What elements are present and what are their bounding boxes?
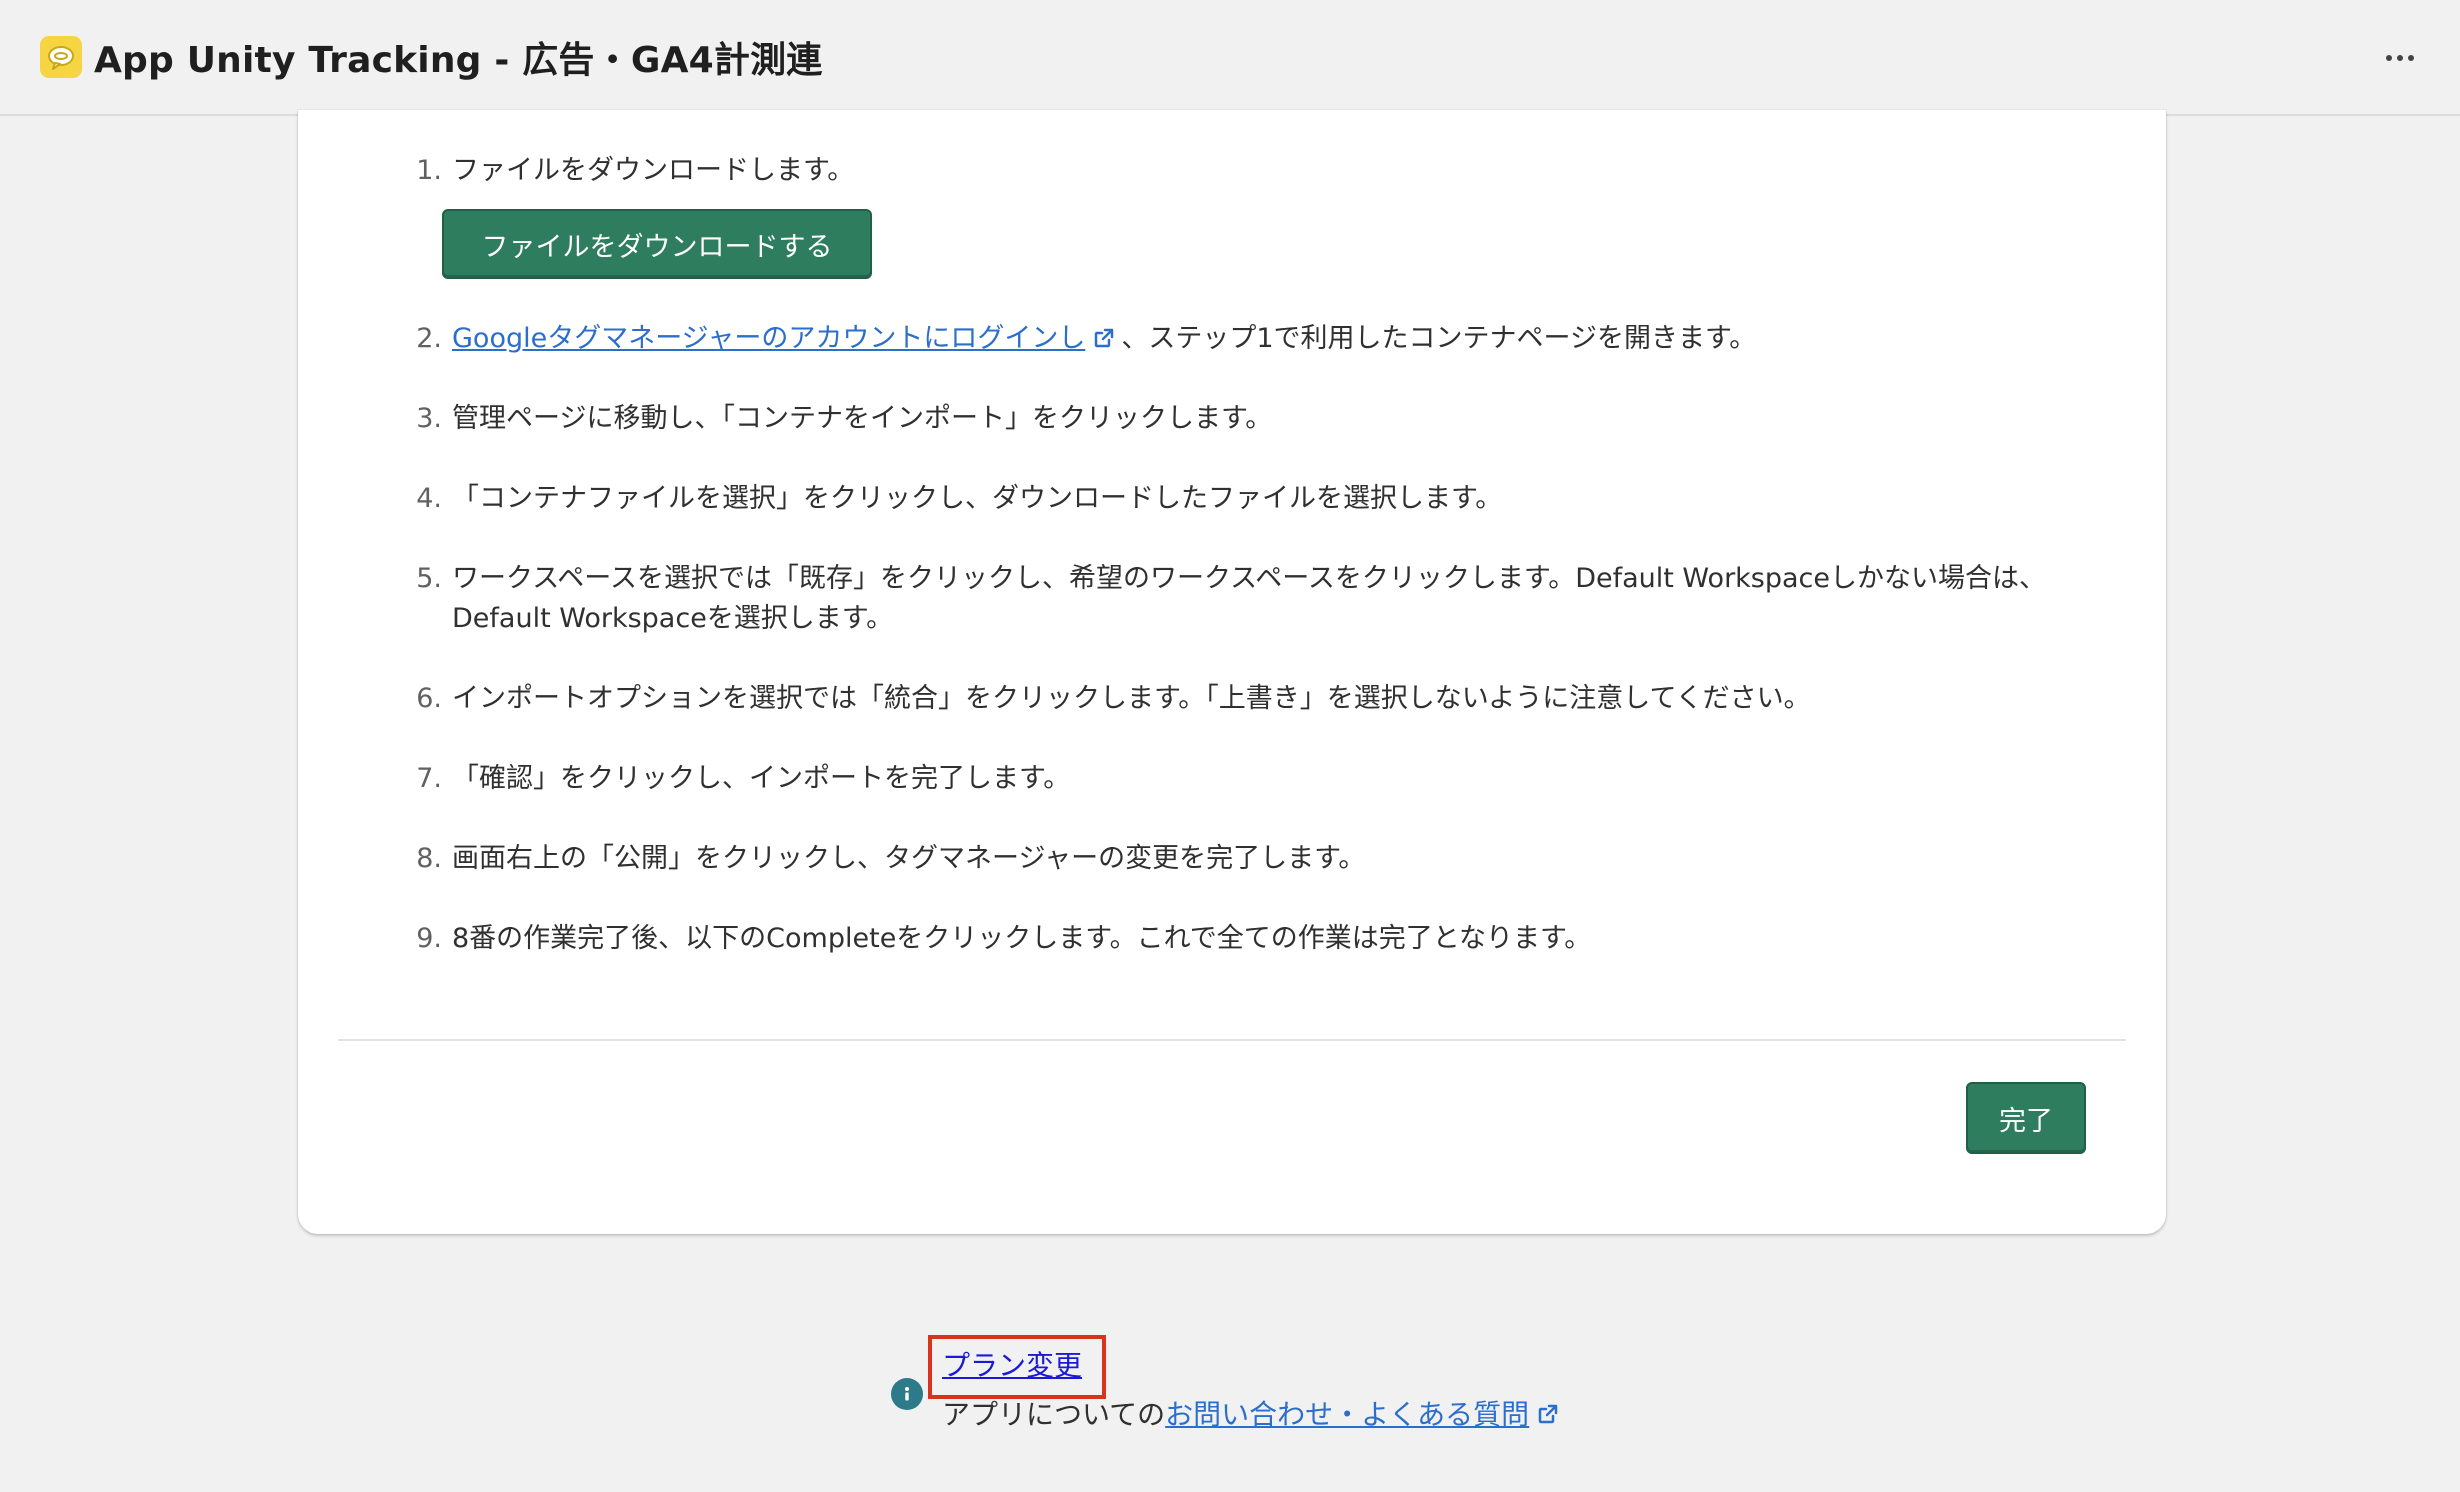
more-horizontal-icon[interactable] — [2376, 38, 2424, 78]
plan-change-link[interactable]: プラン変更 — [942, 1348, 1082, 1384]
contact-faq-link[interactable]: お問い合わせ・よくある質問 — [1165, 1398, 1529, 1431]
step-number: 5. — [416, 563, 442, 594]
app-title: App Unity Tracking - 広告・GA4計測連 — [94, 40, 823, 81]
step-text: 管理ページに移動し、「コンテナをインポート」をクリックします。 — [452, 403, 1273, 434]
step-text-continued: Default Workspaceを選択します。 — [452, 603, 894, 634]
step-text: 8番の作業完了後、以下のCompleteをクリックします。これで全ての作業は完了… — [452, 923, 1592, 954]
step-number: 6. — [416, 683, 442, 714]
done-button[interactable]: 完了 — [1966, 1082, 2086, 1154]
external-link-icon — [1095, 328, 1114, 347]
step-text: 「確認」をクリックし、インポートを完了します。 — [452, 763, 1071, 794]
step-text: 「コンテナファイルを選択」をクリックし、ダウンロードしたファイルを選択します。 — [452, 483, 1503, 514]
step-text: インポートオプションを選択では「統合」をクリックします。「上書き」を選択しないよ… — [452, 683, 1811, 714]
step-text: ワークスペースを選択では「既存」をクリックし、希望のワークスペースをクリックしま… — [452, 563, 2047, 594]
help-line: アプリについてのお問い合わせ・よくある質問 — [942, 1397, 1565, 1433]
info-icon — [891, 1378, 923, 1410]
download-file-button[interactable]: ファイルをダウンロードする — [442, 209, 872, 279]
step-number: 3. — [416, 403, 442, 434]
step-text: 、ステップ1で利用したコンテナページを開きます。 — [1121, 323, 1757, 354]
step-number: 7. — [416, 763, 442, 794]
step-text: ファイルをダウンロードします。 — [452, 155, 855, 186]
step-text: 画面右上の「公開」をクリックし、タグマネージャーの変更を完了します。 — [452, 843, 1366, 874]
step-number: 1. — [416, 155, 442, 186]
card-divider — [338, 1039, 2126, 1041]
chat-bubble-icon — [40, 36, 82, 78]
step-number: 8. — [416, 843, 442, 874]
step-number: 9. — [416, 923, 442, 954]
app-title-bar: App Unity Tracking - 広告・GA4計測連 — [0, 0, 2460, 116]
external-link-icon — [1538, 1404, 1558, 1424]
step-number: 2. — [416, 323, 442, 354]
gtm-login-link[interactable]: Googleタグマネージャーのアカウントにログインし — [452, 323, 1085, 354]
instructions-card: 1. ファイルをダウンロードします。 ファイルをダウンロードする 2. Goog… — [298, 110, 2166, 1234]
help-prefix: アプリについての — [942, 1398, 1166, 1431]
step-number: 4. — [416, 483, 442, 514]
